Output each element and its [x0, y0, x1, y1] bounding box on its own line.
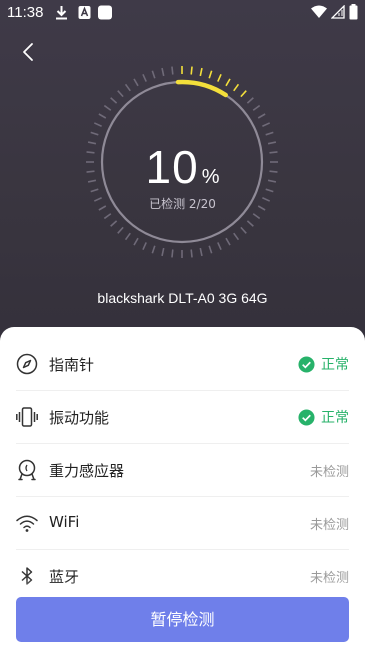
gauge-tick [133, 237, 139, 246]
gravity-sensor-icon [18, 459, 36, 481]
list-item-compass[interactable]: 指南针 正常 [0, 338, 365, 391]
item-status: 未检测 [309, 518, 349, 533]
list-item-gravity-sensor[interactable]: 重力感应器 未检测 [0, 444, 365, 497]
item-status: 未检测 [309, 571, 349, 586]
item-status: 正常 [321, 357, 349, 373]
gauge-tick [98, 113, 107, 119]
gauge-tick [161, 247, 165, 257]
gauge-tick [257, 113, 266, 119]
gauge-tick [225, 78, 231, 87]
gauge-tick [124, 83, 131, 92]
gauge-tick [161, 67, 165, 77]
percent-value: 10 [145, 141, 199, 193]
item-status: 正常 [321, 410, 349, 426]
gauge-tick [246, 97, 254, 104]
item-label: 蓝牙 [49, 568, 80, 586]
gauge-tick [117, 226, 124, 234]
gauge-tick [208, 70, 213, 79]
status-time: 11:38 [7, 4, 44, 21]
vibration-icon [16, 407, 38, 427]
gauge-tick [199, 67, 203, 77]
check-circle-icon [298, 355, 315, 373]
battery-icon [349, 4, 358, 20]
item-label: 指南针 [49, 356, 95, 374]
gauge-tick [151, 245, 156, 254]
notification-square-icon [98, 5, 112, 20]
gauge-tick [171, 249, 174, 258]
gauge-tick [262, 122, 271, 127]
cellular-signal-icon [331, 5, 345, 19]
gauge-tick [142, 242, 147, 251]
download-icon [56, 6, 67, 20]
gauge-tick [190, 66, 193, 75]
status-ok: 正常 [298, 407, 349, 427]
detection-header: 11:38 10% 已检测 2/20 blackshark DLT-A0 3G … [0, 0, 365, 350]
wifi-signal-icon [311, 5, 327, 18]
wifi-icon [16, 515, 38, 532]
gauge-tick [110, 97, 118, 104]
gauge-tick [252, 213, 261, 220]
gauge-tick [208, 245, 213, 254]
gauge-tick [142, 73, 147, 82]
status-ok: 正常 [298, 354, 349, 374]
item-label: 振动功能 [49, 409, 110, 427]
gauge-tick [190, 249, 193, 258]
gauge-tick [110, 220, 118, 227]
gauge-progress-arc [175, 79, 228, 98]
gauge-tick [225, 237, 231, 246]
percent-unit: % [201, 166, 220, 188]
item-label: 重力感应器 [49, 462, 125, 480]
gauge-tick [199, 247, 203, 257]
gauge-tick [133, 78, 139, 87]
gauge-tick [240, 90, 247, 98]
list-item-vibration[interactable]: 振动功能 正常 [0, 391, 365, 444]
gauge-tick [103, 104, 112, 111]
gauge-tick [233, 83, 240, 92]
gauge-tick [252, 104, 261, 111]
check-circle-icon [298, 408, 315, 426]
list-item-bluetooth[interactable]: 蓝牙 未检测 [0, 550, 365, 603]
gauge-tick [233, 232, 240, 241]
gauge-tick [217, 73, 222, 82]
gauge-tick [265, 131, 274, 136]
gauge-tick [93, 122, 102, 127]
gauge-tick [103, 213, 112, 220]
device-name: blackshark DLT-A0 3G 64G [97, 290, 268, 306]
gauge-tick [151, 70, 156, 79]
bluetooth-icon [21, 567, 33, 585]
gauge-tick [124, 232, 131, 241]
gauge-tick [246, 220, 254, 227]
item-status: 未检测 [309, 465, 349, 480]
pause-detection-button[interactable]: 暂停检测 [16, 597, 349, 642]
back-icon[interactable] [17, 40, 41, 64]
progress-percentage: 10% [0, 140, 365, 194]
gauge-tick [217, 242, 222, 251]
checked-count-text: 已检测 2/20 [149, 197, 216, 211]
compass-icon [16, 353, 38, 375]
gauge-tick [117, 90, 124, 98]
gauge-tick [240, 226, 247, 234]
gauge-tick [90, 131, 99, 136]
status-bar: 11:38 [0, 0, 365, 26]
gauge-tick [171, 66, 174, 75]
app-notification-icon [78, 6, 91, 19]
item-label: WiFi [49, 513, 80, 531]
list-item-wifi[interactable]: WiFi 未检测 [0, 497, 365, 550]
